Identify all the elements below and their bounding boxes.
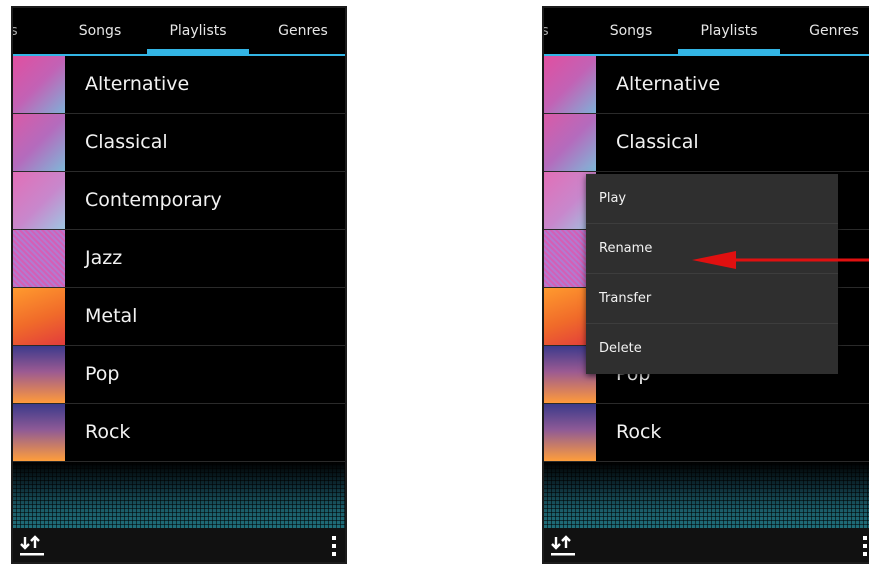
playlist-row-rock[interactable]: Rock xyxy=(544,404,869,462)
playlist-label: Contemporary xyxy=(85,189,222,211)
context-menu: Play Rename Transfer Delete xyxy=(586,174,838,374)
playlist-label: Rock xyxy=(616,421,662,443)
tab-bar: s Songs Playlists Genres xyxy=(544,8,869,56)
playlist-row-jazz[interactable]: Jazz xyxy=(13,230,345,288)
playlist-row-rock[interactable]: Rock xyxy=(13,404,345,462)
tab-indicator xyxy=(678,49,780,54)
playlist-label: Alternative xyxy=(85,73,190,95)
playlist-art xyxy=(544,56,596,113)
playlist-art xyxy=(544,114,596,171)
playlist-art xyxy=(13,346,65,403)
playlist-label: Classical xyxy=(85,131,168,153)
menu-item-play[interactable]: Play xyxy=(586,174,838,224)
playlist-art xyxy=(13,56,65,113)
playlist-label: Classical xyxy=(616,131,699,153)
playlist-row-contemporary[interactable]: Contemporary xyxy=(13,172,345,230)
playlist-row-alternative[interactable]: Alternative xyxy=(544,56,869,114)
playlist-label: Pop xyxy=(85,363,120,385)
playlist-art xyxy=(544,404,596,461)
menu-item-delete[interactable]: Delete xyxy=(586,324,838,374)
menu-item-transfer[interactable]: Transfer xyxy=(586,274,838,324)
playlist-label: Metal xyxy=(85,305,138,327)
playlist-art xyxy=(13,172,65,229)
visualizer-background xyxy=(13,462,345,528)
playlist-row-classical[interactable]: Classical xyxy=(13,114,345,172)
annotation-arrow-icon xyxy=(692,251,869,269)
playlist-art xyxy=(13,230,65,287)
tab-bar: s Songs Playlists Genres xyxy=(13,8,345,56)
bottom-action-bar xyxy=(544,528,869,562)
playlist-label: Jazz xyxy=(85,247,123,269)
playlist-row-pop[interactable]: Pop xyxy=(13,346,345,404)
playlist-art xyxy=(13,288,65,345)
tab-playlists[interactable]: Playlists xyxy=(676,8,782,54)
playlist-list: Alternative Classical Contemporary Jazz … xyxy=(13,56,345,462)
tab-playlists[interactable]: Playlists xyxy=(145,8,251,54)
overflow-menu-icon[interactable] xyxy=(329,534,339,558)
playlist-row-alternative[interactable]: Alternative xyxy=(13,56,345,114)
phone-screen-left: s Songs Playlists Genres Alternative Cla… xyxy=(11,6,347,564)
playlist-art xyxy=(13,404,65,461)
playlist-art xyxy=(13,114,65,171)
phone-screen-right: s Songs Playlists Genres Alternative Cla… xyxy=(542,6,869,564)
tab-clipped[interactable]: s xyxy=(13,8,19,54)
playlist-row-metal[interactable]: Metal xyxy=(13,288,345,346)
overflow-menu-icon[interactable] xyxy=(860,534,869,558)
tab-clipped[interactable]: s xyxy=(544,8,550,54)
sort-icon[interactable] xyxy=(19,534,47,558)
visualizer-background xyxy=(544,462,869,528)
playlist-row-classical[interactable]: Classical xyxy=(544,114,869,172)
playlist-label: Alternative xyxy=(616,73,721,95)
playlist-label: Rock xyxy=(85,421,131,443)
tab-genres[interactable]: Genres xyxy=(794,8,869,54)
bottom-action-bar xyxy=(13,528,345,562)
sort-icon[interactable] xyxy=(550,534,578,558)
tab-genres[interactable]: Genres xyxy=(263,8,343,54)
tab-songs[interactable]: Songs xyxy=(596,8,666,54)
tab-indicator xyxy=(147,49,249,54)
tab-songs[interactable]: Songs xyxy=(65,8,135,54)
